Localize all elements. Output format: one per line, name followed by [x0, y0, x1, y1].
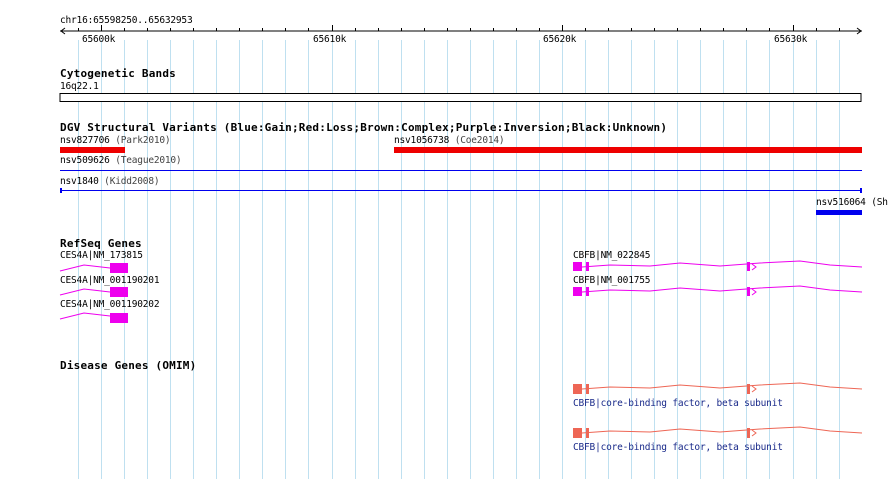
omim-label-cbfb[interactable]: CBFB|core-binding factor, beta subunit: [573, 442, 783, 454]
omim-label-cbfb[interactable]: CBFB|core-binding factor, beta subunit: [573, 398, 783, 410]
omim-model-cbfb: [581, 382, 863, 390]
omim-model-cbfb: [581, 426, 863, 434]
genome-browser-panel: chr16:65598250..65632953 65600k 65610k 6…: [0, 0, 890, 479]
omim-gene-models[interactable]: [0, 0, 890, 460]
